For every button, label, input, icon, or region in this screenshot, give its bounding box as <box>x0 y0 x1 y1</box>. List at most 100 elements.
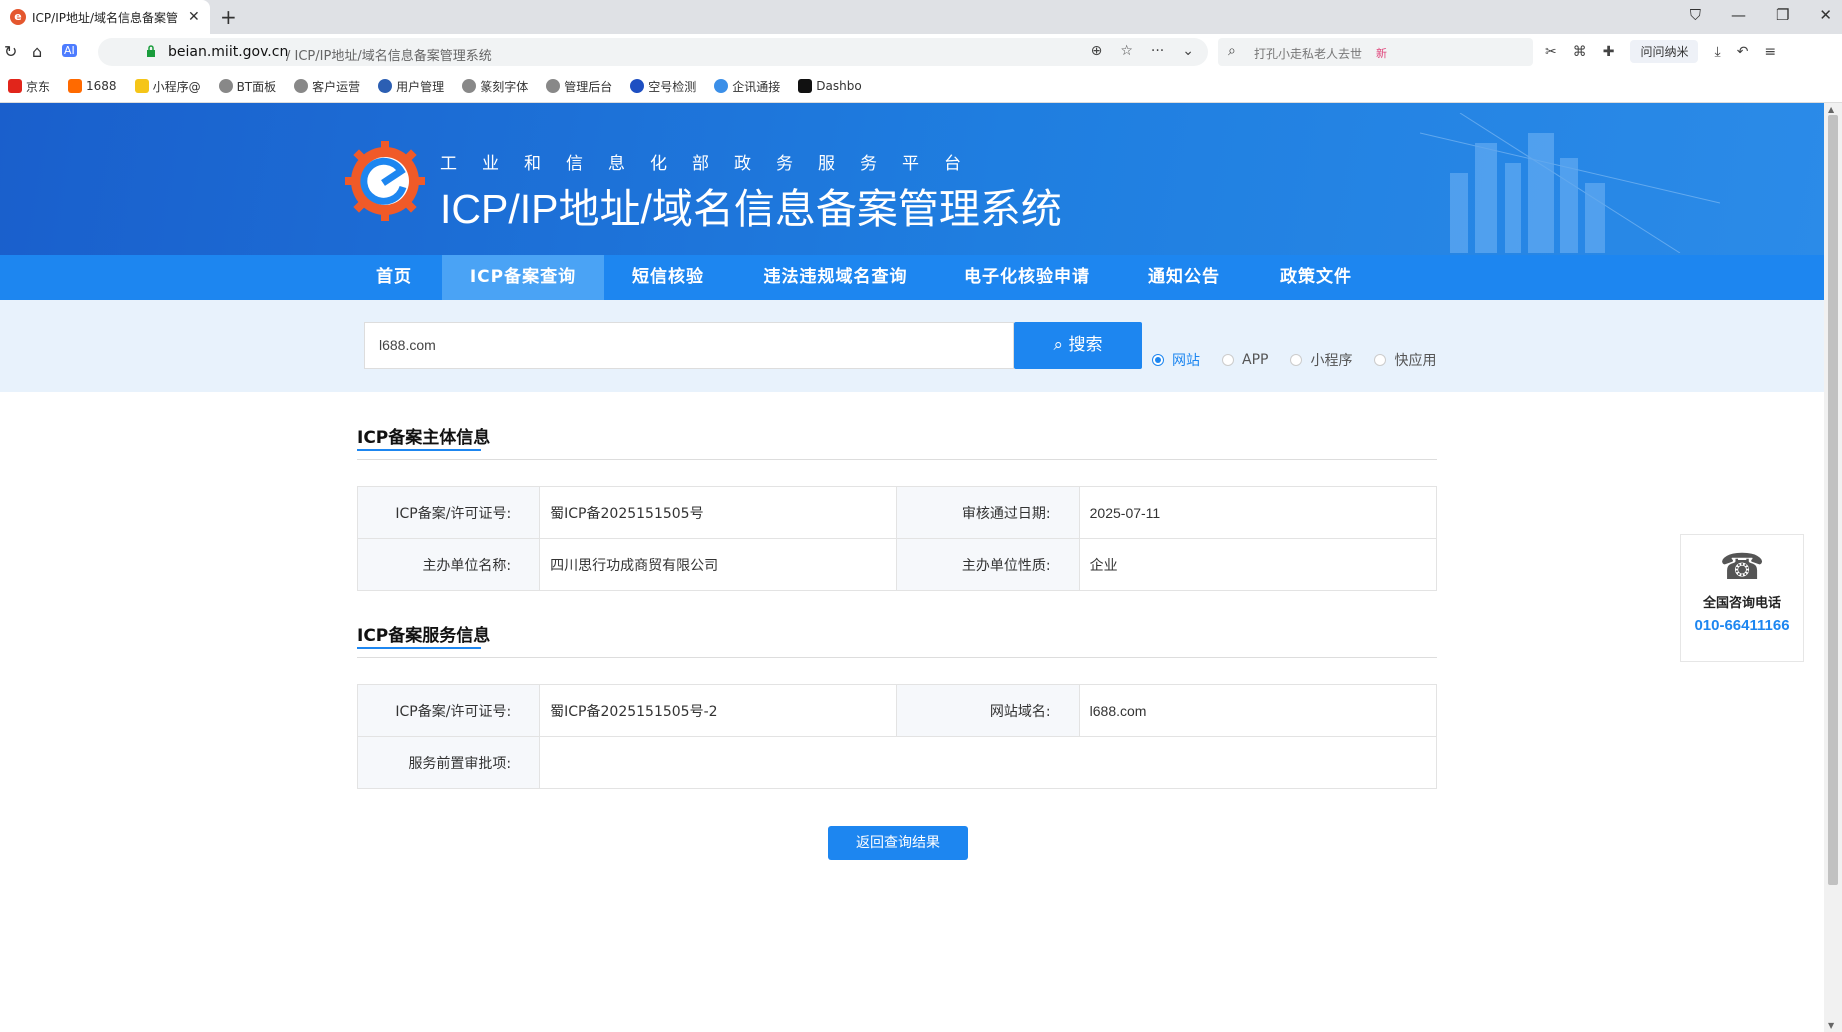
restore-icon[interactable]: ❐ <box>1776 6 1789 24</box>
chevron-down-icon[interactable]: ⌄ <box>1182 43 1194 59</box>
nav-notices[interactable]: 通知公告 <box>1138 255 1230 300</box>
globe-icon <box>218 79 233 93</box>
value-approval-date: 2025-07-11 <box>1078 486 1438 539</box>
browser-search-placeholder: 打孔小走私老人去世 <box>1254 47 1363 61</box>
new-tab-icon[interactable]: + <box>220 5 237 29</box>
site-logo-icon <box>345 141 425 221</box>
site-info-icon[interactable]: ⊕ <box>1091 43 1103 59</box>
radio-label-website[interactable]: 网站 <box>1172 350 1200 370</box>
label-service-license-no: ICP备案/许可证号: <box>356 684 541 737</box>
download-icon[interactable]: ⤓ <box>1714 44 1720 60</box>
bookmark-item[interactable]: 1688 <box>68 79 117 93</box>
label-approval-date: 审核通过日期: <box>896 486 1080 539</box>
globe-icon <box>294 79 309 93</box>
menu-icon[interactable]: ≡ <box>1764 44 1776 60</box>
site-subtitle: 工业和信息化部政务服务平台 <box>440 154 986 174</box>
pin-icon[interactable]: ⛉ <box>1690 6 1701 24</box>
q-icon <box>630 79 645 93</box>
bookmark-item[interactable]: Dashbo <box>798 79 862 93</box>
nav-icp-query[interactable]: ICP备案查询 <box>442 255 604 300</box>
undo-icon[interactable]: ↶ <box>1737 44 1749 60</box>
puzzle-icon[interactable]: ✚ <box>1603 44 1615 60</box>
value-service-license-no: 蜀ICP备2025151505号-2 <box>539 684 898 737</box>
web-page: 工业和信息化部政务服务平台 ICP/IP地址/域名信息备案管理系统 首页 ICP… <box>0 103 1824 1032</box>
bookmark-item[interactable]: 客户运营 <box>294 78 360 95</box>
globe-icon <box>462 79 477 93</box>
service-section-rule <box>357 657 1437 658</box>
nav-illegal-domain-query[interactable]: 违法违规域名查询 <box>748 255 923 300</box>
radio-label-app[interactable]: APP <box>1242 352 1268 368</box>
radio-app[interactable] <box>1222 354 1234 366</box>
bookmark-item[interactable]: 空号检测 <box>630 78 696 95</box>
ai-icon[interactable]: AI <box>62 44 77 57</box>
scroll-up-icon[interactable]: ▲ <box>1828 105 1834 114</box>
search-button-label: 搜索 <box>1068 335 1103 355</box>
entity-section-underline <box>357 449 481 451</box>
browser-search-box[interactable]: ⌕ 打孔小走私老人去世 新 <box>1218 38 1533 66</box>
site-title: ICP/IP地址/域名信息备案管理系统 <box>440 186 1062 232</box>
nav-home[interactable]: 首页 <box>356 255 432 300</box>
bookmark-item[interactable]: 用户管理 <box>378 78 444 95</box>
consult-label: 全国咨询电话 <box>1702 596 1781 611</box>
consult-hotline-widget[interactable]: ☎ 全国咨询电话 010-66411166 <box>1680 534 1804 662</box>
entity-info-table: ICP备案/许可证号: 蜀ICP备2025151505号 审核通过日期: 202… <box>356 486 1438 591</box>
city-skyline-decoration <box>1420 113 1720 253</box>
consult-phone-number: 010-66411166 <box>1694 617 1790 634</box>
search-button[interactable]: ⌕ 搜索 <box>1014 322 1142 369</box>
query-type-radio-group: 网站 APP 小程序 快应用 <box>1152 350 1458 370</box>
bookmark-item[interactable]: 企讯通接 <box>714 78 780 95</box>
value-pre-approval <box>539 736 1437 789</box>
page-scrollbar[interactable]: ▲ ▼ <box>1824 103 1842 1032</box>
value-organizer-name: 四川思行功成商贸有限公司 <box>539 538 898 591</box>
radio-label-mini-program[interactable]: 小程序 <box>1310 350 1352 370</box>
dashboard-icon <box>798 79 813 93</box>
window-controls: ⛉ — ❐ ✕ <box>1690 6 1832 24</box>
search-band: l688.com ⌕ 搜索 网站 APP 小程序 快应用 <box>0 300 1824 392</box>
bookmark-star-icon[interactable]: ☆ <box>1120 43 1133 59</box>
back-to-results-button[interactable]: 返回查询结果 <box>828 826 968 860</box>
radio-mini-program[interactable] <box>1290 354 1303 366</box>
ask-nami-button[interactable]: 问问纳米 <box>1630 40 1699 63</box>
reload-icon[interactable]: ↻ <box>4 42 17 61</box>
users-icon <box>378 79 393 93</box>
radio-quick-app[interactable] <box>1374 354 1387 366</box>
value-license-no: 蜀ICP备2025151505号 <box>539 486 898 539</box>
query-input[interactable]: l688.com <box>364 322 1014 369</box>
more-icon[interactable]: ··· <box>1151 43 1164 59</box>
label-domain: 网站域名: <box>896 684 1080 737</box>
globe-icon <box>546 79 561 93</box>
bookmark-item[interactable]: 京东 <box>8 78 50 95</box>
telephone-icon: ☎ <box>1719 547 1765 588</box>
tab-close-icon[interactable]: ✕ <box>188 9 200 25</box>
bookmark-item[interactable]: 管理后台 <box>546 78 612 95</box>
home-icon[interactable]: ⌂ <box>32 42 42 61</box>
table-row: ICP备案/许可证号: 蜀ICP备2025151505号 审核通过日期: 202… <box>356 486 1438 539</box>
minimize-icon[interactable]: — <box>1731 6 1746 24</box>
service-section-title: ICP备案服务信息 <box>357 626 491 646</box>
radio-website[interactable] <box>1152 354 1164 366</box>
table-row: ICP备案/许可证号: 蜀ICP备2025151505号-2 网站域名: l68… <box>356 684 1438 737</box>
service-section-underline <box>357 647 481 649</box>
close-window-icon[interactable]: ✕ <box>1819 6 1832 24</box>
browser-tabbar: e ICP/IP地址/域名信息备案管 ✕ + ⛉ — ❐ ✕ <box>0 0 1842 34</box>
link-icon <box>714 79 729 93</box>
bookmark-item[interactable]: BT面板 <box>218 78 276 95</box>
bookmark-item[interactable]: 小程序@ <box>134 78 201 95</box>
translate-icon[interactable]: ⌘ <box>1573 44 1587 60</box>
radio-label-quick-app[interactable]: 快应用 <box>1394 350 1436 370</box>
url-host: beian.miit.gov.cn <box>168 44 289 60</box>
nav-sms-verify[interactable]: 短信核验 <box>618 255 718 300</box>
lock-icon <box>147 45 155 57</box>
scrollbar-thumb[interactable] <box>1828 115 1838 885</box>
entity-section-title: ICP备案主体信息 <box>357 428 491 448</box>
nav-policy-docs[interactable]: 政策文件 <box>1270 255 1362 300</box>
nav-e-verify-apply[interactable]: 电子化核验申请 <box>952 255 1102 300</box>
label-organizer-name: 主办单位名称: <box>356 538 541 591</box>
url-field[interactable]: beian.miit.gov.cn / ICP/IP地址/域名信息备案管理系统 … <box>98 38 1208 66</box>
value-organizer-type: 企业 <box>1078 538 1438 591</box>
scroll-down-icon[interactable]: ▼ <box>1828 1021 1834 1030</box>
browser-tab[interactable]: e ICP/IP地址/域名信息备案管 ✕ <box>0 0 210 34</box>
bookmark-item[interactable]: 篆刻字体 <box>462 78 528 95</box>
table-row: 主办单位名称: 四川思行功成商贸有限公司 主办单位性质: 企业 <box>356 538 1438 591</box>
scissors-icon[interactable]: ✂ <box>1545 44 1557 60</box>
